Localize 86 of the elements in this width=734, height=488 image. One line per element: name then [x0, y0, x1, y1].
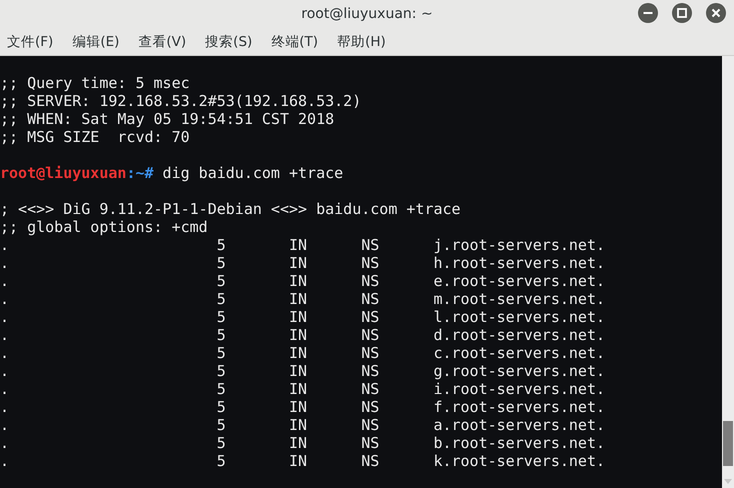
record-class: IN — [288, 398, 308, 416]
record-class: IN — [288, 380, 308, 398]
record-type: NS — [361, 398, 380, 416]
record-type: NS — [361, 272, 380, 290]
record-ttl: 5 — [216, 380, 226, 398]
record-ttl: 5 — [216, 236, 226, 254]
record-data: l.root-servers.net. — [433, 308, 606, 326]
record-class: IN — [288, 344, 308, 362]
record-type: NS — [361, 434, 380, 452]
output-line: ;; MSG SIZE rcvd: 70 — [0, 128, 190, 146]
record-type: NS — [361, 290, 380, 308]
record-class: IN — [288, 290, 308, 308]
record-ttl: 5 — [216, 434, 226, 452]
record-data: j.root-servers.net. — [433, 236, 606, 254]
menu-item[interactable]: 搜索(S) — [204, 30, 254, 54]
command-text: dig baidu.com +trace — [162, 164, 344, 182]
output-line: ;; global options: +cmd — [0, 218, 208, 236]
record-data: h.root-servers.net. — [433, 254, 606, 272]
record-data: d.root-servers.net. — [433, 326, 606, 344]
record-name: . — [0, 326, 10, 344]
record-type: NS — [361, 236, 380, 254]
record-data: m.root-servers.net. — [433, 290, 606, 308]
record-type: NS — [361, 416, 380, 434]
record-name: . — [0, 398, 10, 416]
maximize-icon[interactable] — [672, 3, 692, 23]
record-class: IN — [288, 326, 308, 344]
record-type: NS — [361, 452, 380, 470]
record-class: IN — [288, 434, 308, 452]
record-ttl: 5 — [216, 326, 226, 344]
record-data: b.root-servers.net. — [433, 434, 606, 452]
record-class: IN — [288, 362, 308, 380]
record-ttl: 5 — [216, 290, 226, 308]
output-line: ; <<>> DiG 9.11.2-P1-1-Debian <<>> baidu.com +trace — [0, 200, 461, 218]
record-class: IN — [288, 452, 308, 470]
record-data: e.root-servers.net. — [433, 272, 606, 290]
record-type: NS — [361, 308, 380, 326]
window-title: root@liuyuxuan: ~ — [301, 6, 433, 22]
record-type: NS — [361, 362, 380, 380]
scrollbar[interactable] — [722, 56, 734, 488]
output-line: ;; WHEN: Sat May 05 19:54:51 CST 2018 — [0, 110, 334, 128]
menu-item[interactable]: 终端(T) — [270, 30, 320, 54]
record-ttl: 5 — [216, 452, 226, 470]
record-name: . — [0, 290, 10, 308]
menu-item[interactable]: 查看(V) — [137, 30, 188, 54]
record-name: . — [0, 452, 10, 470]
prompt-user-host: root@liuyuxuan — [0, 164, 126, 182]
record-name: . — [0, 236, 10, 254]
record-type: NS — [361, 326, 380, 344]
record-name: . — [0, 308, 10, 326]
record-name: . — [0, 362, 10, 380]
record-name: . — [0, 254, 10, 272]
record-ttl: 5 — [216, 416, 226, 434]
prompt-path: :~# — [126, 164, 154, 182]
record-ttl: 5 — [216, 398, 226, 416]
record-data: c.root-servers.net. — [433, 344, 606, 362]
record-type: NS — [361, 344, 380, 362]
menu-item[interactable]: 编辑(E) — [71, 30, 120, 54]
menu-item[interactable]: 文件(F) — [6, 30, 54, 54]
record-data: a.root-servers.net. — [433, 416, 606, 434]
record-name: . — [0, 416, 10, 434]
record-class: IN — [288, 254, 308, 272]
record-type: NS — [361, 380, 380, 398]
output-line: ;; Query time: 5 msec — [0, 74, 190, 92]
record-name: . — [0, 380, 10, 398]
record-class: IN — [288, 416, 308, 434]
minimize-icon[interactable] — [638, 3, 658, 23]
record-ttl: 5 — [216, 362, 226, 380]
record-name: . — [0, 434, 10, 452]
output-line: ;; SERVER: 192.168.53.2#53(192.168.53.2) — [0, 92, 362, 110]
record-class: IN — [288, 308, 308, 326]
record-ttl: 5 — [216, 308, 226, 326]
record-data: k.root-servers.net. — [433, 452, 606, 470]
record-class: IN — [288, 272, 308, 290]
record-data: i.root-servers.net. — [433, 380, 606, 398]
record-name: . — [0, 344, 10, 362]
record-class: IN — [288, 236, 308, 254]
record-type: NS — [361, 254, 380, 272]
scrollbar-thumb[interactable] — [723, 421, 733, 466]
record-ttl: 5 — [216, 272, 226, 290]
record-data: f.root-servers.net. — [433, 398, 606, 416]
record-data: g.root-servers.net. — [433, 362, 606, 380]
menu-item[interactable]: 帮助(H) — [336, 30, 387, 54]
close-icon[interactable] — [706, 3, 726, 23]
record-ttl: 5 — [216, 344, 226, 362]
record-ttl: 5 — [216, 254, 226, 272]
record-name: . — [0, 272, 10, 290]
